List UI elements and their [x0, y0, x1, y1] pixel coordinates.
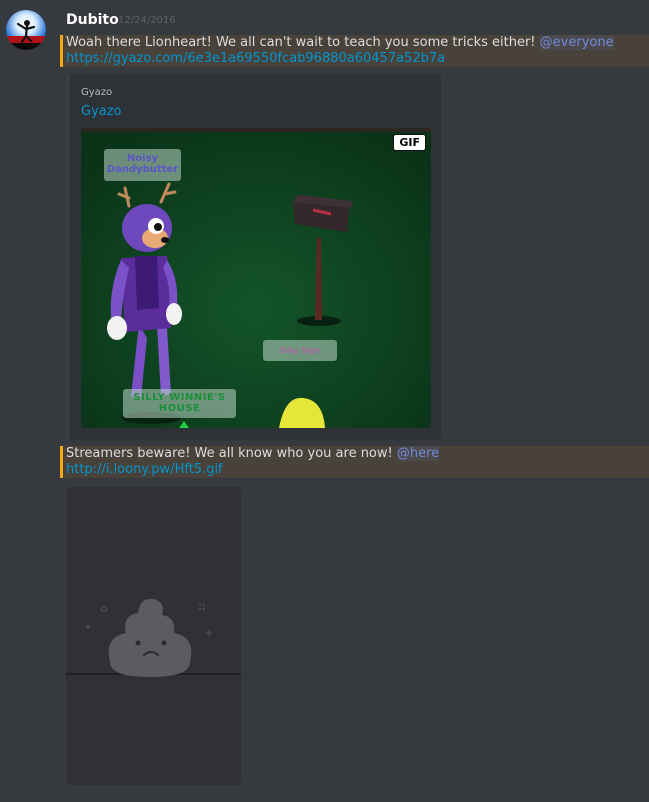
house-sign: SILLY WINNIE'S HOUSE: [123, 389, 236, 418]
gyazo-link[interactable]: https://gyazo.com/6e3e1a69550fcab96880a6…: [66, 51, 649, 67]
message-text-line: Streamers beware! We all know who you ar…: [66, 446, 649, 462]
message-text-line: Woah there Lionheart! We all can't wait …: [66, 35, 649, 51]
everyone-mention[interactable]: @everyone: [539, 35, 614, 50]
link-embed: Gyazo Gyazo Noisy Dandybutter Silly Sign…: [66, 74, 441, 440]
embed-gif-media[interactable]: Noisy Dandybutter Silly Sign SILLY WINNI…: [81, 128, 431, 428]
here-mention[interactable]: @here: [396, 446, 440, 461]
gif-link[interactable]: http://i.loony.pw/Hft5.gif: [66, 462, 649, 478]
embed-title-link[interactable]: Gyazo: [81, 104, 122, 119]
message-content: Woah there Lionheart! We all can't wait …: [60, 35, 649, 67]
avatar[interactable]: [6, 10, 46, 50]
user-avatar-icon: [6, 20, 46, 50]
character-nametag: Noisy Dandybutter: [104, 149, 181, 181]
message-text: Streamers beware! We all know who you ar…: [66, 446, 393, 461]
message-text: Woah there Lionheart! We all can't wait …: [66, 35, 536, 50]
embed-provider: Gyazo: [81, 87, 113, 98]
message-content: Streamers beware! We all know who you ar…: [60, 446, 649, 478]
shop-sign: Silly Sign: [263, 340, 337, 361]
image-attachment[interactable]: [66, 487, 241, 785]
message-timestamp: 12/24/2016: [118, 15, 176, 26]
sad-poop-icon: [66, 487, 241, 785]
message-author[interactable]: Dubito: [66, 12, 119, 28]
gif-badge: GIF: [393, 134, 426, 151]
